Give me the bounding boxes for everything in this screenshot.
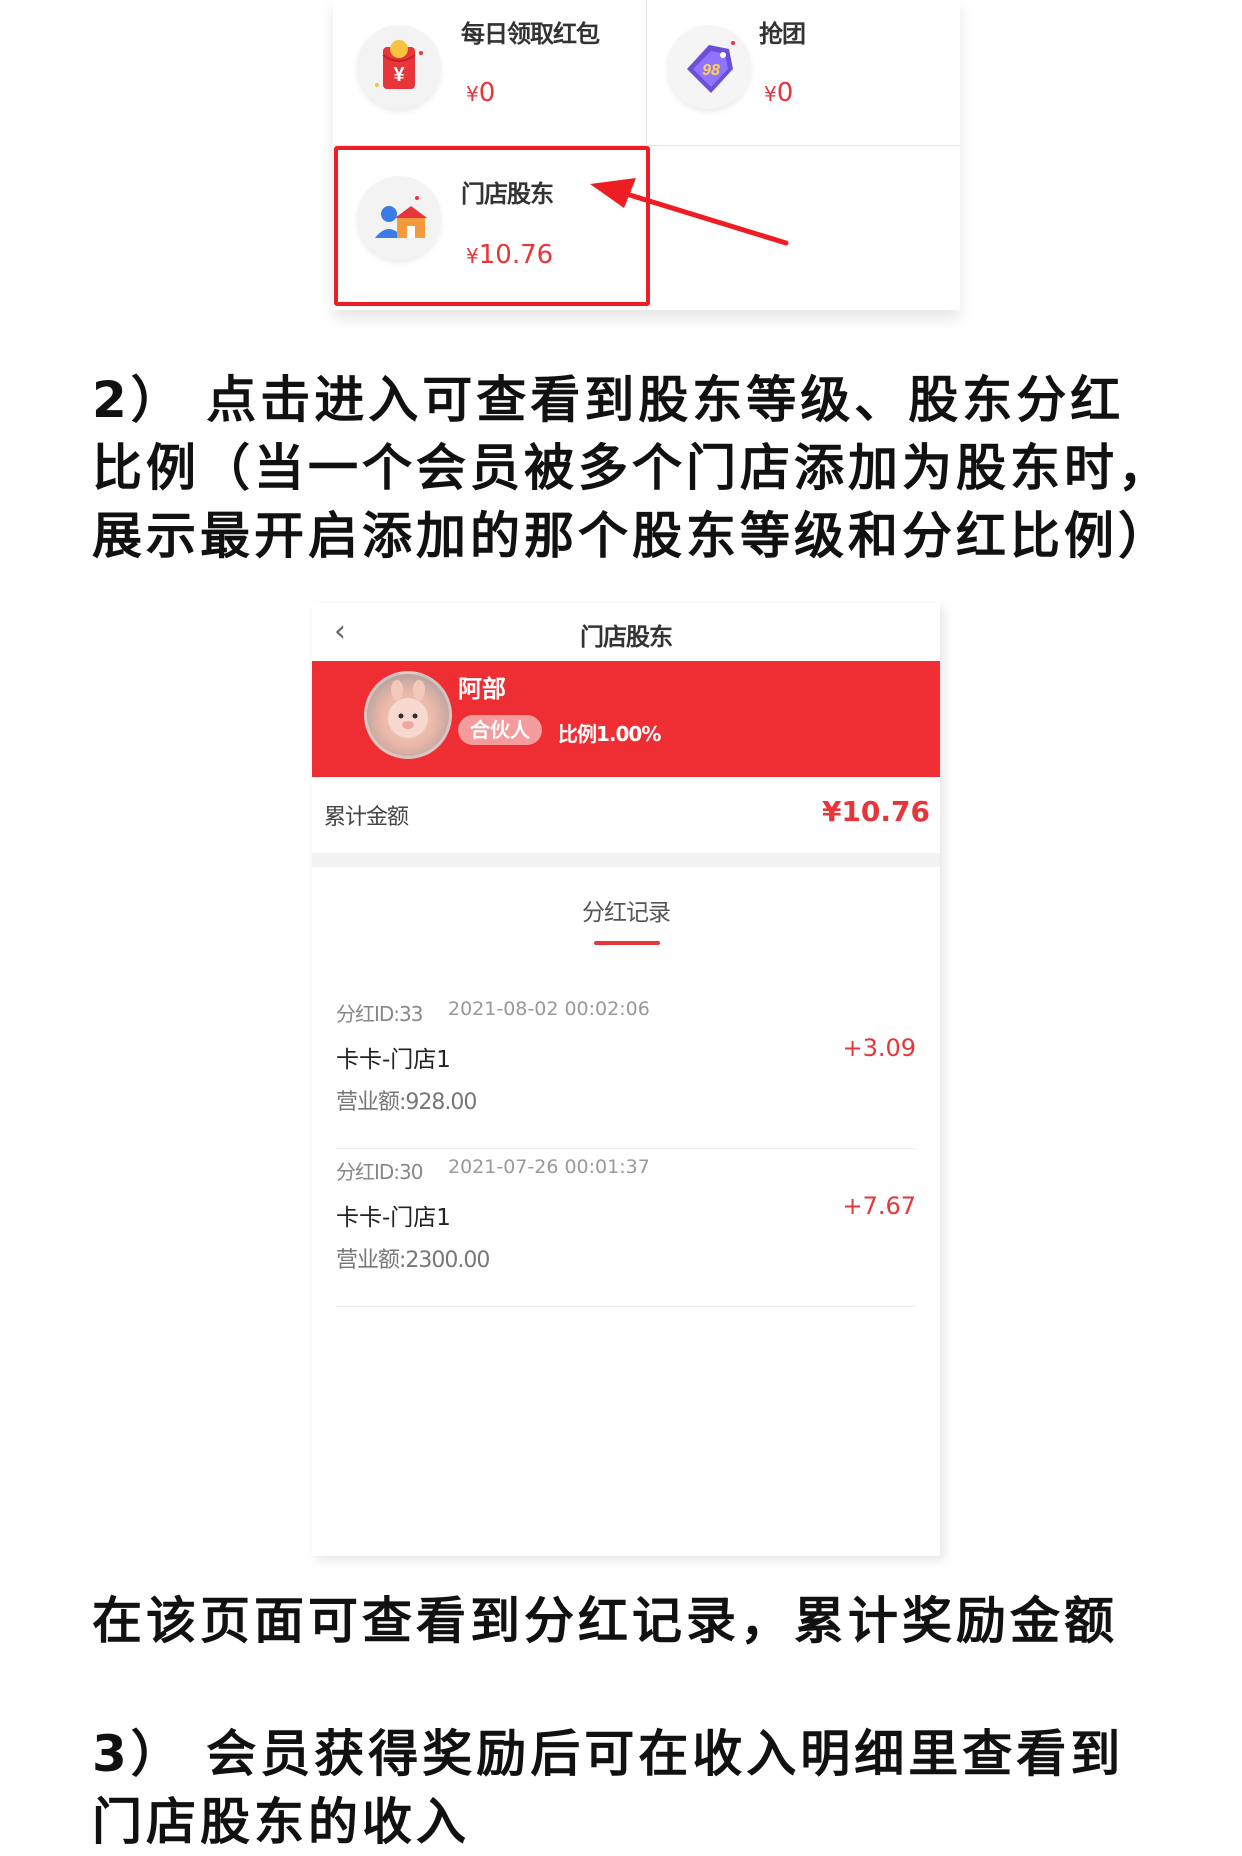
dividend-ratio: 比例1.00%	[558, 722, 661, 746]
record-revenue: 营业额:2300.00	[336, 1248, 490, 1273]
total-label: 累计金额	[324, 805, 409, 830]
amount-value: 0	[478, 78, 496, 108]
tab-active-indicator	[594, 941, 660, 945]
record-time: 2021-07-26 00:01:37	[448, 1156, 650, 1178]
section-separator	[312, 853, 940, 867]
total-amount-row: 累计金额 ¥10.76	[312, 777, 940, 853]
menu-item-daily-red-envelope[interactable]: ¥ 每日领取红包 ¥0	[333, 0, 646, 145]
menu-item-amount: ¥0	[466, 78, 495, 108]
list-item[interactable]: 分红ID:30 2021-07-26 00:01:37 卡卡-门店1 营业额:2…	[336, 1156, 916, 1316]
red-envelope-icon: ¥	[357, 25, 441, 109]
nav-bar: ‹ 门店股东	[312, 603, 940, 661]
record-time: 2021-08-02 00:02:06	[448, 998, 650, 1020]
record-revenue: 营业额:928.00	[336, 1090, 477, 1115]
record-store: 卡卡-门店1	[336, 1047, 451, 1073]
menu-item-amount: ¥0	[764, 78, 793, 108]
page-title: 门店股东	[580, 623, 673, 651]
record-id: 分红ID:30	[336, 1160, 423, 1184]
currency-symbol: ¥	[764, 82, 777, 106]
divider	[336, 1306, 916, 1307]
record-amount: +3.09	[842, 1034, 916, 1062]
profile-banner: 阿部 合伙人 比例1.00%	[312, 661, 940, 777]
menu-item-title: 抢团	[759, 20, 806, 48]
note-paragraph: 在该页面可查看到分红记录，累计奖励金额	[92, 1592, 1118, 1650]
record-amount: +7.67	[842, 1192, 916, 1220]
menu-item-title: 每日领取红包	[461, 20, 600, 48]
level-badge: 合伙人	[458, 715, 542, 745]
user-name: 阿部	[458, 675, 506, 703]
tab-dividend-records[interactable]: 分红记录	[312, 893, 940, 927]
list-item[interactable]: 分红ID:33 2021-08-02 00:02:06 卡卡-门店1 营业额:9…	[336, 998, 916, 1158]
menu-item-group-buy[interactable]: 98 抢团 ¥0	[647, 0, 960, 145]
group-buy-tag-icon: 98	[667, 25, 751, 109]
phone-screenshot: ‹ 门店股东 阿部 合伙人 比例1.00% 累计金额 ¥10.76 分红记录 分…	[312, 603, 940, 1556]
total-value: ¥10.76	[821, 795, 930, 828]
step3-paragraph: 3） 会员获得奖励后可在收入明细里查看到门店股东的收入	[92, 1725, 1125, 1851]
svg-text:¥: ¥	[393, 64, 405, 86]
amount-value: 0	[776, 78, 794, 108]
currency-symbol: ¥	[466, 82, 479, 106]
record-id: 分红ID:33	[336, 1002, 423, 1026]
avatar	[364, 671, 452, 759]
annotation-arrow-icon	[590, 178, 789, 246]
svg-text:98: 98	[702, 62, 720, 79]
divider	[336, 1148, 916, 1149]
step2-paragraph: 2） 点击进入可查看到股东等级、股东分红比例（当一个会员被多个门店添加为股东时，…	[92, 371, 1172, 565]
record-store: 卡卡-门店1	[336, 1205, 451, 1231]
